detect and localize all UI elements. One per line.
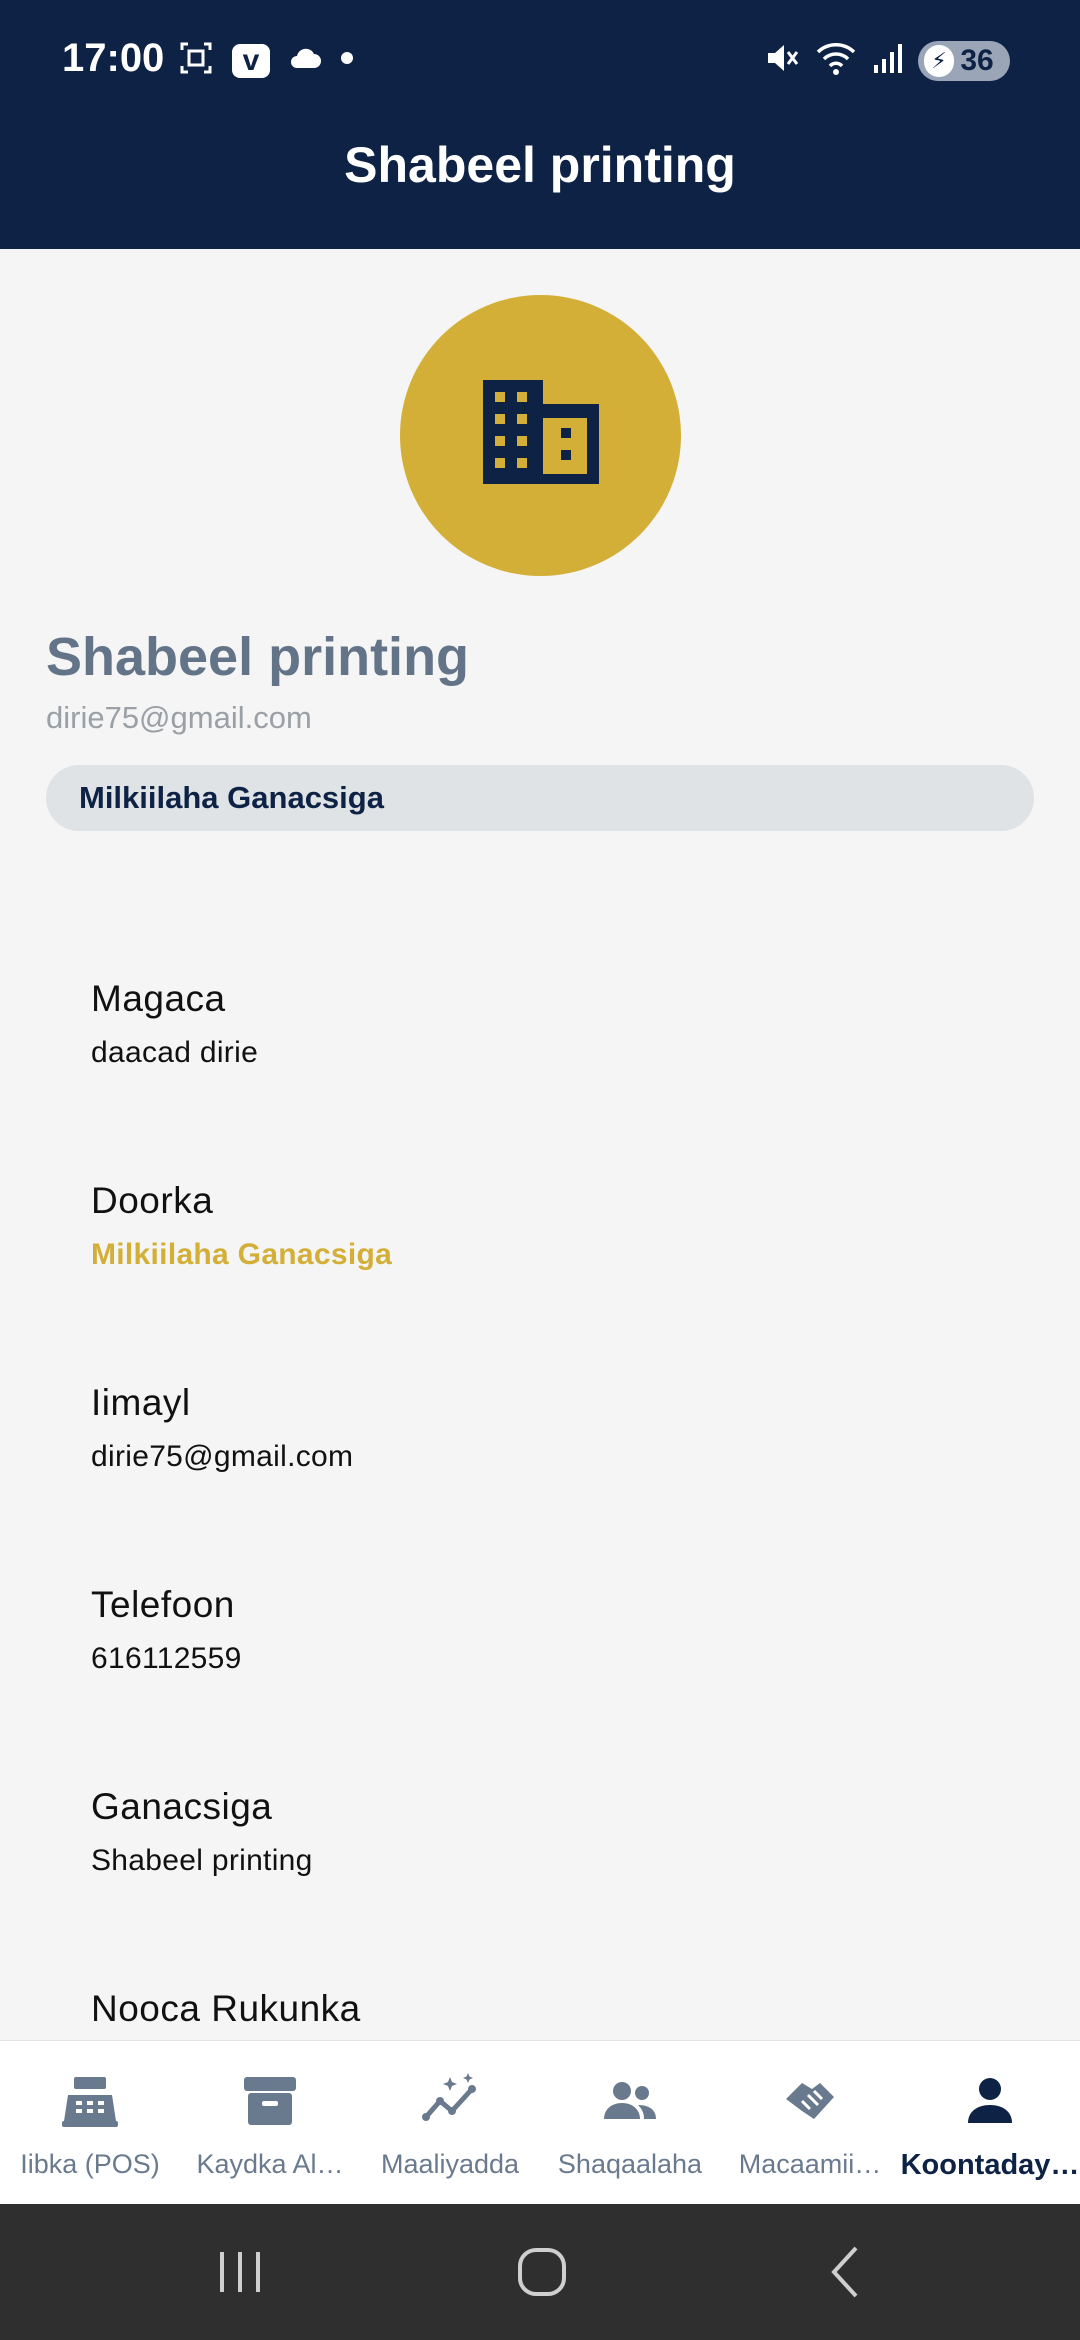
top-app-bar: 17:00 v ⚡ 36 Shabeel printing — [0, 0, 1080, 249]
nav-item-pos[interactable]: Iibka (POS) — [0, 2041, 180, 2205]
nav-item-customers[interactable]: Macaamii… — [720, 2041, 900, 2205]
cash-register-icon — [60, 2071, 120, 2131]
company-avatar — [400, 295, 681, 576]
v-app-icon: v — [232, 43, 270, 78]
field-label: Iimayl — [91, 1382, 191, 1423]
field-label: Magaca — [91, 978, 226, 1019]
field-value: Milkiilaha Ganacsiga — [91, 1238, 393, 1271]
status-time: 17:00 — [62, 36, 165, 80]
company-name: Shabeel printing — [46, 627, 470, 687]
cloud-icon — [288, 46, 322, 75]
field-email: Iimayl dirie75@gmail.com — [91, 1382, 353, 1474]
nav-item-staff[interactable]: Shaqaalaha — [540, 2041, 720, 2205]
page-title: Shabeel printing — [344, 137, 736, 193]
company-email: dirie75@gmail.com — [46, 700, 312, 735]
person-icon — [960, 2071, 1020, 2131]
bottom-navigation: Iibka (POS) Kaydka Al… Maaliyadda Shaqaa… — [0, 2040, 1080, 2205]
role-chip: Milkiilaha Ganacsiga — [46, 765, 1034, 831]
archive-box-icon — [240, 2071, 300, 2131]
nav-label: Maaliyadda — [380, 2149, 520, 2179]
role-chip-label: Milkiilaha Ganacsiga — [79, 780, 384, 815]
field-label: Doorka — [91, 1180, 214, 1221]
signal-icon — [872, 41, 904, 80]
status-icons-right: ⚡ 36 — [764, 40, 1010, 81]
field-business: Ganacsiga Shabeel printing — [91, 1786, 313, 1878]
field-value: Shabeel printing — [91, 1844, 313, 1877]
field-label: Telefoon — [91, 1584, 235, 1625]
field-value: daacad dirie — [91, 1036, 259, 1069]
field-value: dirie75@gmail.com — [91, 1440, 354, 1473]
nav-item-finance[interactable]: Maaliyadda — [360, 2041, 540, 2205]
field-role: Doorka Milkiilaha Ganacsiga — [91, 1180, 392, 1272]
recent-apps-icon[interactable] — [210, 2242, 270, 2302]
field-value: 616112559 — [91, 1642, 242, 1675]
field-label: Ganacsiga — [91, 1786, 273, 1827]
status-icons-left: v — [178, 40, 354, 81]
home-icon[interactable] — [512, 2242, 572, 2302]
people-icon — [600, 2071, 660, 2131]
dot-icon — [340, 51, 354, 70]
nav-item-inventory[interactable]: Kaydka Al… — [180, 2041, 360, 2205]
building-icon — [481, 378, 601, 493]
battery-charging-icon: ⚡ 36 — [918, 40, 1010, 81]
nav-label: Kaydka Al… — [196, 2149, 344, 2179]
screenshot-icon — [178, 40, 214, 81]
battery-level: 36 — [960, 43, 994, 77]
wifi-icon — [814, 40, 858, 81]
nav-item-account[interactable]: Koontaday… — [900, 2041, 1080, 2205]
field-phone: Telefoon 616112559 — [91, 1584, 242, 1676]
nav-label: Iibka (POS) — [20, 2149, 160, 2179]
nav-label: Macaamii… — [738, 2149, 882, 2179]
analytics-icon — [420, 2071, 480, 2131]
nav-label: Koontaday… — [900, 2149, 1080, 2181]
system-navigation-bar — [0, 2204, 1080, 2340]
back-icon[interactable] — [816, 2242, 876, 2302]
field-label: Nooca Rukunka — [91, 1988, 361, 2029]
mute-icon — [764, 40, 800, 81]
nav-label: Shaqaalaha — [557, 2149, 703, 2179]
handshake-icon — [780, 2071, 840, 2131]
field-name: Magaca daacad dirie — [91, 978, 258, 1070]
field-account-type: Nooca Rukunka — [91, 1988, 361, 2030]
bolt-icon: ⚡ — [924, 44, 954, 77]
